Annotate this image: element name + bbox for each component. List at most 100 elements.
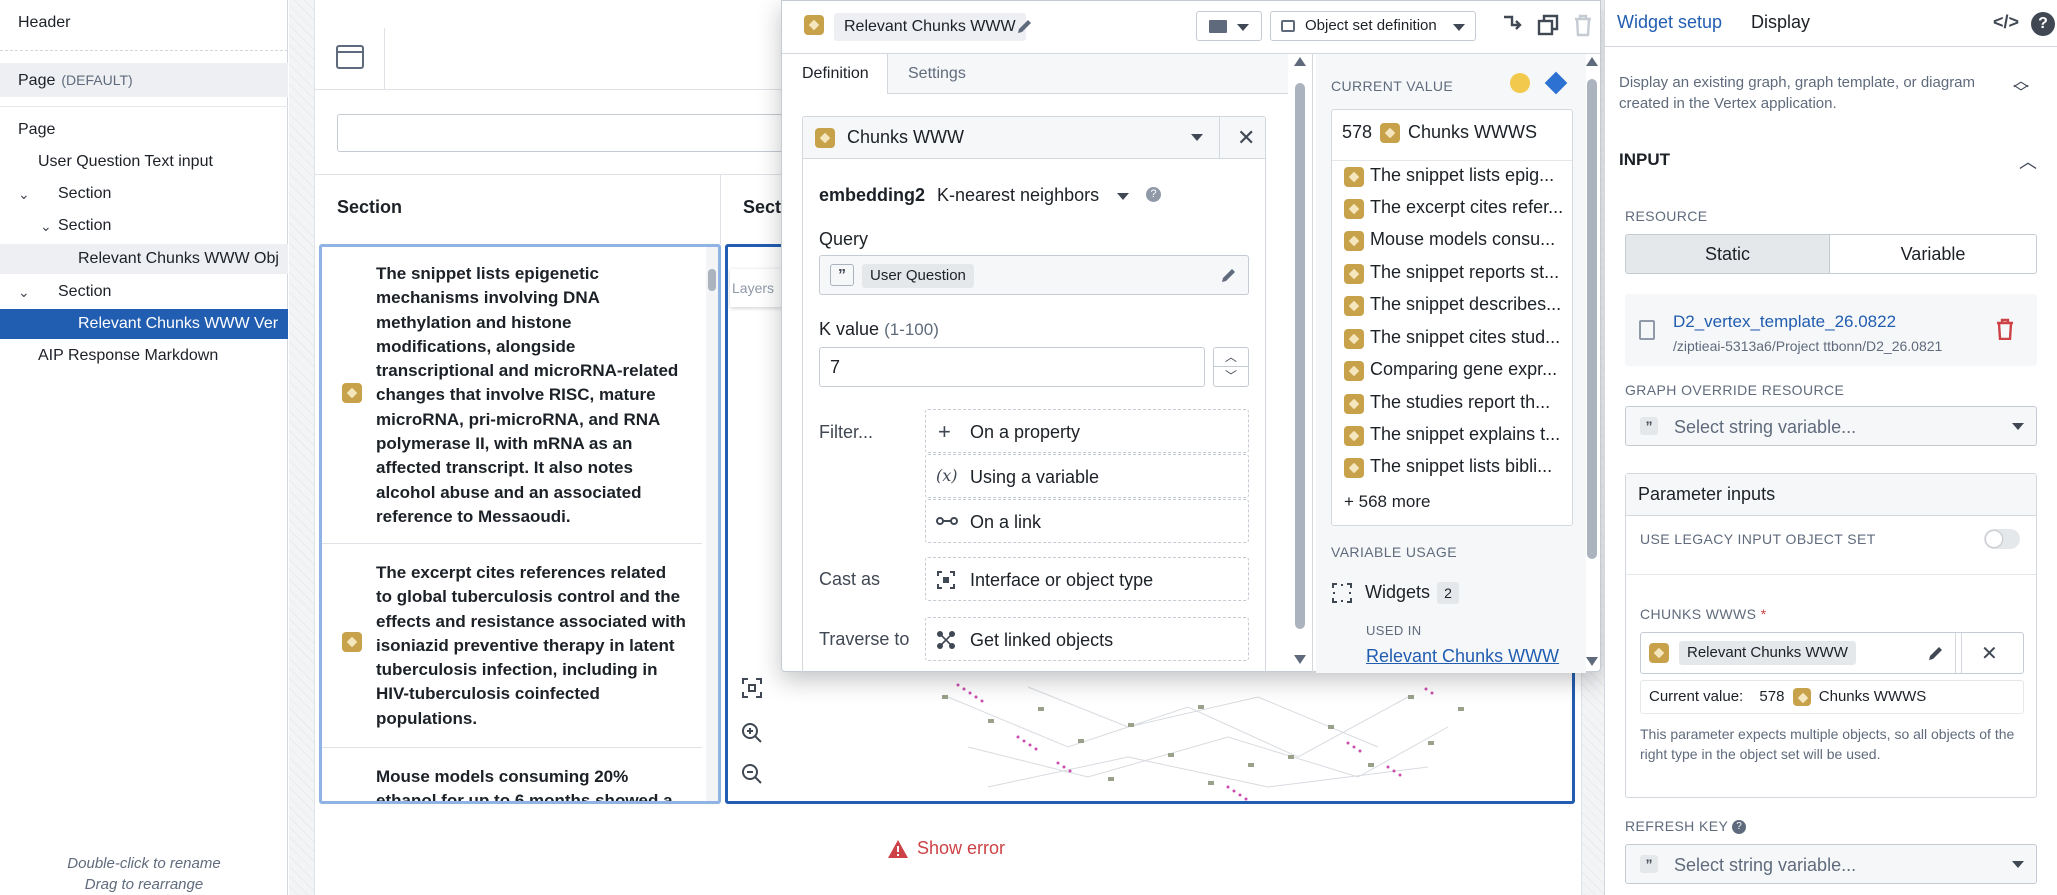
current-value-item[interactable]: Comparing gene expr...	[1370, 359, 1557, 380]
current-value-item[interactable]: The snippet describes...	[1370, 294, 1561, 315]
outline-header[interactable]: Header	[0, 8, 288, 38]
edit-icon[interactable]	[1016, 17, 1034, 35]
resource-label: RESOURCE	[1625, 208, 1708, 224]
used-in-link[interactable]: Relevant Chunks WWW	[1366, 646, 1559, 667]
tab-widget-setup[interactable]: Widget setup	[1617, 12, 1722, 33]
filter-on-property[interactable]: + On a property	[925, 409, 1249, 453]
object-type-icon	[342, 632, 362, 652]
filter-using-variable[interactable]: (x) Using a variable	[925, 454, 1249, 498]
chunks-wwws-label: CHUNKS WWWS *	[1640, 606, 1767, 622]
divider	[322, 747, 702, 748]
edit-icon[interactable]	[1220, 266, 1238, 284]
k-value-input[interactable]: 7	[819, 347, 1205, 387]
outline-item-user-question[interactable]: User Question Text input	[0, 147, 288, 177]
object-set-definition-dropdown[interactable]: Object set definition	[1270, 11, 1476, 41]
link-icon	[936, 512, 958, 530]
object-type-icon	[1344, 199, 1364, 219]
more-items-link[interactable]: + 568 more	[1344, 492, 1430, 512]
list-item-text[interactable]: The snippet lists epigenetic mechanisms …	[376, 262, 684, 529]
trash-icon[interactable]	[1995, 318, 2015, 340]
graph-visualization[interactable]	[928, 667, 1488, 804]
help-icon[interactable]: ?	[1146, 187, 1161, 202]
resource-card[interactable]: D2_vertex_template_26.0822 /ziptieai-531…	[1625, 294, 2037, 366]
object-set-icon	[1649, 643, 1669, 663]
variable-toggle[interactable]: Variable	[1830, 234, 2037, 274]
graph-override-select[interactable]: ” Select string variable...	[1625, 406, 2037, 446]
cast-as-button[interactable]: Interface or object type	[925, 557, 1249, 601]
current-value-item[interactable]: The excerpt cites refer...	[1370, 197, 1563, 218]
help-icon[interactable]: ?	[2031, 12, 2055, 36]
filter-on-link[interactable]: On a link	[925, 499, 1249, 543]
static-toggle[interactable]: Static	[1625, 234, 1830, 274]
scrollbar[interactable]	[706, 247, 718, 801]
section-title: Secti	[743, 197, 787, 217]
outline-page-default[interactable]: Page (DEFAULT)	[0, 63, 288, 97]
k-value-label: K value (1-100)	[819, 319, 939, 339]
close-icon[interactable]: ✕	[1981, 641, 1998, 666]
path-icon[interactable]	[1500, 13, 1524, 37]
plus-icon: +	[938, 419, 951, 444]
object-list-widget[interactable]: The snippet lists epigenetic mechanisms …	[319, 244, 721, 804]
object-type-icon	[342, 383, 362, 403]
folder-dropdown[interactable]	[1196, 11, 1262, 41]
close-icon[interactable]: ✕	[1237, 125, 1255, 151]
fit-view-icon[interactable]	[740, 676, 764, 700]
resource-name-link[interactable]: D2_vertex_template_26.0822	[1673, 312, 1896, 332]
current-value-item[interactable]: The studies report th...	[1370, 392, 1550, 413]
show-error-button[interactable]: Show error	[887, 838, 1005, 859]
current-value-scrollbar[interactable]	[1586, 57, 1598, 669]
input-section-title: INPUT	[1619, 150, 1670, 169]
help-icon: ?	[1732, 820, 1747, 835]
current-value-item[interactable]: The snippet cites stud...	[1370, 327, 1560, 348]
refresh-key-select[interactable]: ” Select string variable...	[1625, 844, 2037, 884]
chevron-down-icon[interactable]: ⌄	[18, 179, 30, 209]
widgets-count-badge: 2	[1437, 582, 1459, 604]
chevron-down-icon[interactable]: ⌄	[18, 277, 30, 307]
k-value-stepper[interactable]: ︿ ﹀	[1213, 347, 1249, 387]
edit-icon[interactable]	[1927, 644, 1945, 662]
zoom-out-icon[interactable]	[740, 762, 764, 786]
chevron-down-icon[interactable]: ⌄	[40, 211, 52, 241]
traverse-button[interactable]: Get linked objects	[925, 617, 1249, 661]
legacy-toggle[interactable]	[1984, 529, 2020, 549]
outline-item-section[interactable]: ⌄ Section	[0, 179, 288, 209]
current-value-item[interactable]: The snippet explains t...	[1370, 424, 1560, 445]
zoom-in-icon[interactable]	[740, 721, 764, 745]
tab-settings[interactable]: Settings	[908, 54, 966, 94]
caret-down-icon[interactable]	[1191, 134, 1203, 141]
search-mode-dropdown[interactable]: K-nearest neighbors	[937, 185, 1099, 206]
list-item-text[interactable]: Mouse models consuming 20% ethanol for u…	[376, 765, 686, 801]
caret-down-icon[interactable]	[1117, 193, 1129, 200]
variable-editor-popover: Relevant Chunks WWW Object set definitio…	[781, 0, 1601, 676]
current-value-item[interactable]: Mouse models consu...	[1370, 229, 1555, 250]
outline-item-aip-markdown[interactable]: AIP Response Markdown	[0, 341, 288, 371]
caret-down-icon	[2012, 861, 2024, 868]
lightbulb-icon[interactable]	[1510, 73, 1530, 93]
chunks-wwws-input[interactable]: Relevant Chunks WWW ✕	[1640, 632, 2024, 674]
chevron-up-icon[interactable]: ︿	[2019, 148, 2037, 174]
query-input[interactable]: ” User Question	[819, 255, 1249, 295]
tab-definition[interactable]: Definition	[782, 54, 888, 94]
outline-item-chunks-obj[interactable]: Relevant Chunks WWW Obj	[0, 244, 288, 274]
query-label: Query	[819, 229, 869, 249]
current-value-row: Current value: 578 Chunks WWWS	[1640, 680, 2024, 714]
outline-item-section-nested[interactable]: ⌄ Section	[0, 211, 288, 241]
current-value-item[interactable]: The snippet reports st...	[1370, 262, 1559, 283]
embedding-property: embedding2	[819, 185, 926, 205]
duplicate-icon[interactable]	[1536, 13, 1560, 37]
current-value-item[interactable]: The snippet lists epig...	[1370, 165, 1554, 186]
user-question-input[interactable]	[337, 114, 797, 152]
list-item-text[interactable]: The excerpt cites references related to …	[376, 561, 686, 731]
current-value-item[interactable]: The snippet lists bibli...	[1370, 456, 1552, 477]
interface-icon	[936, 570, 956, 590]
definition-scrollbar[interactable]	[1294, 57, 1306, 669]
outline-item-chunks-vertex[interactable]: Relevant Chunks WWW Ver	[0, 309, 288, 339]
code-icon[interactable]: </>	[1993, 12, 2019, 33]
outline-page[interactable]: Page	[0, 115, 288, 145]
expand-icon[interactable]: ︿ ﹀	[2013, 74, 2029, 102]
tab-display[interactable]: Display	[1751, 12, 1810, 33]
trash-icon[interactable]	[1572, 13, 1594, 37]
variable-name-tag[interactable]: Relevant Chunks WWW	[834, 13, 1026, 41]
source-row[interactable]: Chunks WWW ✕	[803, 117, 1265, 159]
outline-item-section-2[interactable]: ⌄ Section	[0, 277, 288, 307]
